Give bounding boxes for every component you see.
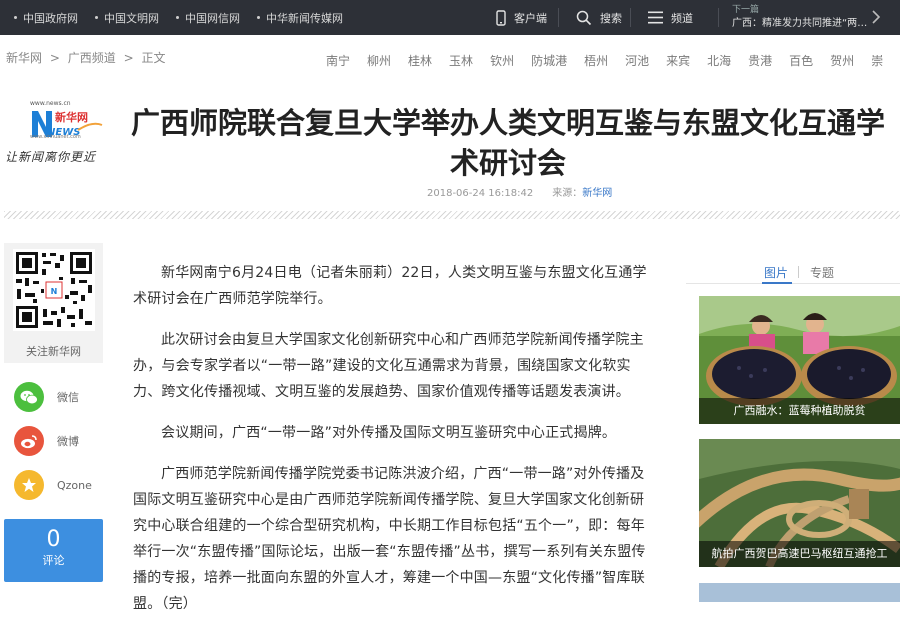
top-navigation-bar: 中国政府网 中国文明网 中国网信网 中华新闻传媒网 客户端 搜索 频道 下一篇 … (0, 0, 900, 35)
channel-menu-button[interactable]: 频道 (648, 0, 693, 35)
logo-url: www.news.cn (30, 100, 71, 107)
top-link-label: 中国政府网 (23, 11, 78, 25)
top-link-label: 中华新闻传媒网 (266, 11, 343, 25)
logo-cn-name: 新华网 (55, 110, 88, 124)
comment-button[interactable]: 0 评论 (4, 519, 103, 582)
share-wechat-button[interactable]: 微信 (14, 382, 79, 412)
publish-date: 2018-06-24 16:18:42 (427, 188, 534, 199)
top-link-cac[interactable]: 中国网信网 (176, 10, 240, 26)
tab-topics[interactable]: 专题 (810, 264, 834, 281)
xinhua-logo[interactable]: www.news.cn 新华网 NEWS www.xinhuanet.com 让… (5, 100, 108, 170)
wechat-icon (14, 382, 44, 412)
breadcrumb: 新华网 > 广西频道 > 正文 (6, 49, 169, 66)
qr-label: 关注新华网 (26, 345, 81, 358)
breadcrumb-separator: > (123, 51, 134, 65)
sidebar-photo-blueberry[interactable]: 广西融水：蓝莓种植助脱贫 (699, 296, 900, 424)
client-app-label: 客户端 (514, 11, 547, 25)
next-article-title: 广西：精准发力共同推进“两个健康” (732, 18, 870, 29)
city-navigation: 南宁 柳州 桂林 玉林 钦州 防城港 梧州 河池 来宾 北海 贵港 百色 贺州 … (326, 52, 900, 69)
city-link[interactable]: 贺州 (830, 52, 854, 69)
city-link[interactable]: 南宁 (326, 52, 350, 69)
title-divider (4, 211, 900, 219)
logo-slogan: 让新闻离你更近 (5, 150, 97, 164)
article-title: 广西师院联合复旦大学举办人类文明互鉴与东盟文化互通学术研讨会 (130, 106, 885, 180)
search-button[interactable]: 搜索 (576, 0, 622, 35)
city-link[interactable]: 贵港 (748, 52, 772, 69)
search-label: 搜索 (600, 11, 622, 25)
breadcrumb-current: 正文 (141, 51, 166, 65)
share-qzone-button[interactable]: Qzone (14, 470, 92, 500)
divider (630, 8, 631, 27)
svg-text:N: N (51, 287, 58, 296)
article-paragraph: 新华网南宁6月24日电（记者朱丽莉）22日，人类文明互鉴与东盟文化互通学术研讨会… (133, 265, 647, 307)
divider (558, 8, 559, 27)
breadcrumb-channel[interactable]: 广西频道 (68, 51, 116, 65)
article-body: 新华网南宁6月24日电（记者朱丽莉）22日，人类文明互鉴与东盟文化互通学术研讨会… (133, 260, 657, 632)
photo-caption: 广西融水：蓝莓种植助脱贫 (699, 398, 900, 424)
comment-count: 0 (46, 527, 61, 552)
divider (718, 8, 719, 27)
phone-icon (496, 9, 506, 26)
client-app-button[interactable]: 客户端 (496, 0, 547, 35)
source-label: 来源： (552, 188, 583, 199)
photo-caption: 航拍广西贺巴高速巴马枢纽互通抢工 (699, 541, 900, 567)
top-link-label: 中国网信网 (185, 11, 240, 25)
weibo-label: 微博 (57, 435, 79, 448)
next-article-label: 下一篇 (732, 5, 760, 15)
breadcrumb-separator: > (49, 51, 60, 65)
sidebar-tabs: 图片 专题 (686, 264, 900, 284)
tab-photos[interactable]: 图片 (764, 264, 788, 281)
city-link[interactable]: 玉林 (449, 52, 473, 69)
comment-label: 评论 (42, 554, 65, 567)
wechat-label: 微信 (57, 391, 79, 404)
bullet-icon (176, 16, 179, 19)
city-link[interactable]: 钦州 (490, 52, 514, 69)
tab-divider (798, 266, 799, 278)
top-link-media[interactable]: 中华新闻传媒网 (257, 10, 343, 26)
city-link[interactable]: 防城港 (531, 52, 567, 69)
city-link[interactable]: 崇 (871, 52, 883, 69)
top-link-civilization[interactable]: 中国文明网 (95, 10, 159, 26)
sidebar-photo-partial[interactable] (699, 583, 900, 602)
city-link[interactable]: 来宾 (666, 52, 690, 69)
weibo-icon (14, 426, 44, 456)
logo-url-secondary: www.xinhuanet.com (30, 134, 81, 140)
next-article-link[interactable]: 下一篇 广西：精准发力共同推进“两个健康” (732, 5, 872, 31)
top-links: 中国政府网 中国文明网 中国网信网 中华新闻传媒网 (14, 0, 360, 35)
bullet-icon (14, 16, 17, 19)
city-link[interactable]: 桂林 (408, 52, 432, 69)
channel-label: 频道 (671, 11, 693, 25)
breadcrumb-home[interactable]: 新华网 (6, 51, 42, 65)
qzone-label: Qzone (57, 478, 92, 492)
qr-code-icon: N (13, 249, 95, 331)
active-tab-indicator (762, 282, 792, 284)
city-link[interactable]: 百色 (789, 52, 813, 69)
qr-code-panel: N 关注新华网 (4, 243, 103, 363)
article-paragraph: 广西师范学院新闻传播学院党委书记陈洪波介绍，广西“一带一路”对外传播及国际文明互… (133, 466, 646, 612)
city-link[interactable]: 河池 (625, 52, 649, 69)
city-link[interactable]: 北海 (707, 52, 731, 69)
article-paragraph: 此次研讨会由复旦大学国家文化创新研究中心和广西师范学院新闻传播学院主办，与会专家… (133, 332, 644, 400)
qzone-star-icon (14, 470, 44, 500)
share-weibo-button[interactable]: 微博 (14, 426, 79, 456)
top-link-label: 中国文明网 (104, 11, 159, 25)
bullet-icon (95, 16, 98, 19)
top-link-gov[interactable]: 中国政府网 (14, 10, 78, 26)
sidebar-photo-highway[interactable]: 航拍广西贺巴高速巴马枢纽互通抢工 (699, 439, 900, 567)
chevron-right-icon[interactable] (871, 9, 881, 25)
xinhuanet-logo-icon: 新华网 NEWS (32, 110, 103, 138)
article-paragraph: 会议期间，广西“一带一路”对外传播及国际文明互鉴研究中心正式揭牌。 (161, 425, 617, 441)
article-meta: 2018-06-24 16:18:42 来源：新华网 (427, 184, 612, 199)
city-link[interactable]: 柳州 (367, 52, 391, 69)
source-link[interactable]: 新华网 (582, 188, 612, 199)
bullet-icon (257, 16, 260, 19)
menu-icon (648, 11, 663, 24)
city-link[interactable]: 梧州 (584, 52, 608, 69)
search-icon (576, 10, 592, 25)
